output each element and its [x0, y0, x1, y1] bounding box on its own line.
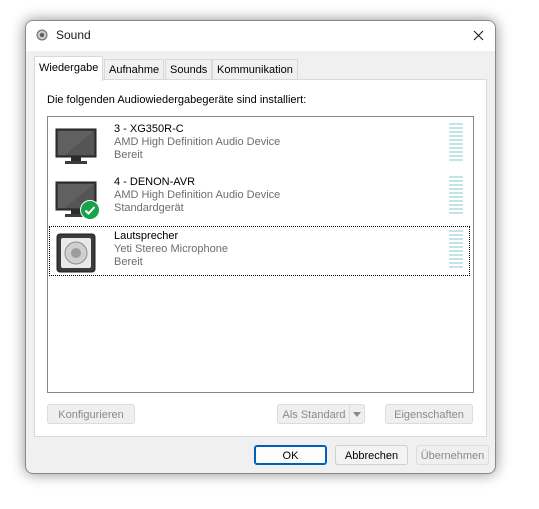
close-icon: [473, 30, 484, 41]
speaker-box-icon: [55, 232, 99, 274]
title-bar: Sound: [26, 21, 495, 51]
device-description: Yeti Stereo Microphone: [114, 243, 228, 255]
device-description: AMD High Definition Audio Device: [114, 136, 281, 148]
volume-meter: [449, 176, 463, 218]
tab-wiedergabe[interactable]: Wiedergabe: [34, 56, 104, 81]
tab-label: Kommunikation: [217, 64, 293, 76]
button-label: Übernehmen: [420, 450, 485, 462]
set-default-button[interactable]: Als Standard: [277, 404, 365, 424]
device-item-selected[interactable]: Lautsprecher Yeti Stereo Microphone Bere…: [49, 226, 470, 276]
tab-label: Aufnahme: [109, 64, 160, 76]
device-name: 3 - XG350R-C: [114, 123, 184, 135]
device-item[interactable]: 3 - XG350R-C AMD High Definition Audio D…: [50, 120, 469, 170]
playback-panel: Die folgenden Audiowiedergabegeräte sind…: [34, 79, 487, 437]
close-button[interactable]: [463, 21, 495, 51]
device-status: Standardgerät: [114, 202, 184, 214]
instruction-text: Die folgenden Audiowiedergabegeräte sind…: [47, 94, 307, 106]
speaker-icon: [36, 29, 48, 41]
button-label: Abbrechen: [344, 450, 399, 462]
device-name: Lautsprecher: [114, 230, 179, 242]
button-label: Eigenschaften: [394, 409, 464, 421]
configure-button[interactable]: Konfigurieren: [47, 404, 135, 424]
tab-label: Wiedergabe: [39, 62, 99, 74]
tab-kommunikation[interactable]: Kommunikation: [212, 59, 298, 80]
tab-sounds[interactable]: Sounds: [165, 59, 213, 80]
button-label: Als Standard: [282, 409, 346, 421]
properties-button[interactable]: Eigenschaften: [385, 404, 473, 424]
button-label: OK: [282, 450, 299, 462]
device-item[interactable]: 4 - DENON-AVR AMD High Definition Audio …: [50, 173, 469, 223]
window-title: Sound: [56, 28, 91, 42]
set-default-dropdown[interactable]: [349, 405, 364, 423]
device-description: AMD High Definition Audio Device: [114, 189, 281, 201]
volume-meter: [449, 230, 463, 272]
ok-button[interactable]: OK: [254, 445, 327, 465]
volume-meter: [449, 123, 463, 165]
tab-aufnahme[interactable]: Aufnahme: [104, 59, 165, 80]
device-status: Bereit: [114, 149, 143, 161]
device-status: Bereit: [114, 256, 143, 268]
device-list[interactable]: 3 - XG350R-C AMD High Definition Audio D…: [47, 116, 474, 393]
tab-label: Sounds: [170, 64, 208, 76]
default-check-icon: [80, 200, 100, 220]
apply-button[interactable]: Übernehmen: [416, 445, 489, 465]
monitor-icon: [55, 125, 99, 167]
sound-dialog: Sound Wiedergabe Aufnahme Sounds Kommuni…: [25, 20, 496, 474]
button-label: Konfigurieren: [58, 409, 124, 421]
chevron-down-icon: [353, 412, 361, 417]
device-name: 4 - DENON-AVR: [114, 176, 196, 188]
cancel-button[interactable]: Abbrechen: [335, 445, 408, 465]
